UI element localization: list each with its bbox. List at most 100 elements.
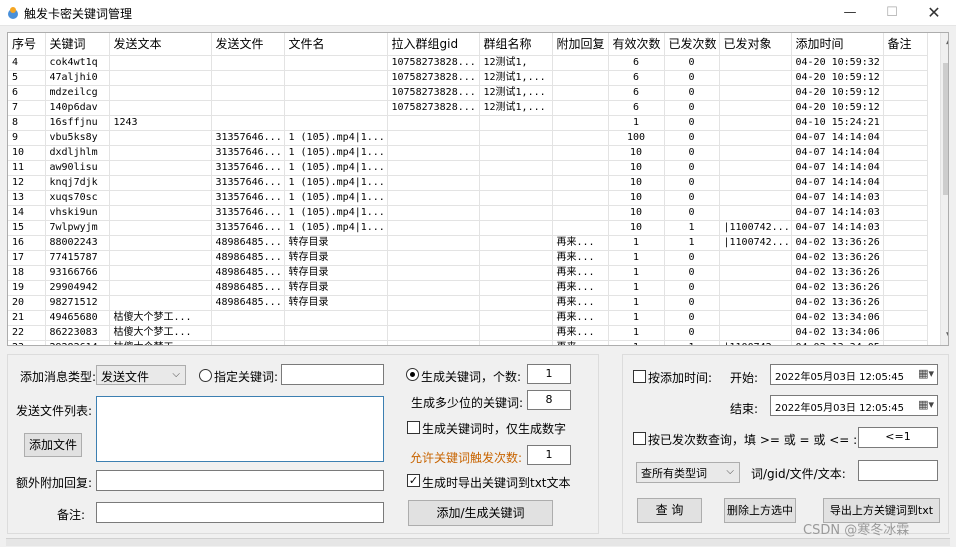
table-row[interactable]: 18 93166766 48986485... 转存目录 再来... 1 0 04-02 13…: [8, 265, 928, 281]
keyword-table[interactable]: 序号 关键词 发送文本 发送文件 文件名 拉入群组gid 群组名称 附加回复 有效次数 已发次数已…: [7, 32, 949, 346]
column-header[interactable]: 添加时间: [791, 33, 884, 56]
add-gen-keyword-button[interactable]: 添加/生成关键词: [408, 500, 553, 526]
table-cell: [284, 70, 388, 86]
table-cell: [479, 310, 553, 326]
table-cell: [883, 85, 928, 101]
minimize-button[interactable]: —: [828, 0, 872, 26]
table-cell: [211, 340, 285, 345]
gen-kw-count-input[interactable]: 1: [527, 364, 571, 384]
table-cell: [719, 250, 792, 266]
table-cell: [387, 280, 480, 296]
table-row[interactable]: 21 49465680 枯傻大个梦工... 再来... 1 0 04-02 13:34:06: [8, 310, 928, 326]
column-header[interactable]: 序号: [8, 33, 46, 56]
gid-input[interactable]: [858, 460, 938, 481]
delete-selected-button[interactable]: 删除上方选中: [724, 498, 796, 523]
start-datetime-picker[interactable]: 2022年05月03日 12:05:45 ▦▾: [770, 364, 938, 385]
table-cell: [479, 160, 553, 176]
export-txt-checkbox[interactable]: ✓: [407, 474, 420, 487]
gen-digits-input[interactable]: 8: [527, 390, 571, 410]
end-datetime-picker[interactable]: 2022年05月03日 12:05:45 ▦▾: [770, 395, 938, 416]
table-cell: 转存目录: [284, 250, 388, 266]
allow-trigger-input[interactable]: 1: [527, 445, 571, 465]
table-cell: 48986485...: [211, 250, 285, 266]
table-row[interactable]: 9 vbu5ks8y 31357646... 1 (105).mp4|1... 100 0…: [8, 130, 928, 146]
table-cell: [479, 205, 553, 221]
table-cell: 6: [608, 100, 665, 116]
table-cell: 1243: [109, 115, 212, 131]
table-cell: 10758273828...: [387, 100, 480, 116]
table-row[interactable]: 16 88002243 48986485... 转存目录 再来... 1 1 |1100742…: [8, 235, 928, 251]
column-header[interactable]: 关键词: [45, 33, 110, 56]
column-header[interactable]: 已发对象: [719, 33, 792, 56]
table-cell: [387, 265, 480, 281]
scroll-thumb[interactable]: [943, 63, 948, 195]
table-row[interactable]: 6 mdzeilcg 10758273828... 12测试1,... 6 0 04-20 …: [8, 85, 928, 101]
specify-kw-radio[interactable]: [199, 369, 212, 382]
maximize-button[interactable]: ☐: [870, 0, 914, 26]
file-list-textarea[interactable]: [96, 396, 384, 462]
specify-kw-input[interactable]: [281, 364, 384, 385]
extra-reply-input[interactable]: [96, 470, 384, 491]
by-time-checkbox[interactable]: [633, 370, 646, 383]
table-row[interactable]: 20 98271512 48986485... 转存目录 再来... 1 0 04-02 13…: [8, 295, 928, 311]
table-cell: [387, 340, 480, 345]
table-cell: [883, 115, 928, 131]
table-row[interactable]: 22 86223083 枯傻大个梦工... 再来... 1 0 04-02 13:34:06: [8, 325, 928, 341]
scroll-up-icon[interactable]: ▲: [941, 33, 948, 50]
column-header[interactable]: 发送文件: [211, 33, 285, 56]
table-row[interactable]: 15 7wlpwyjm 31357646... 1 (105).mp4|1... 10 1…: [8, 220, 928, 236]
table-row[interactable]: 2329282614枯傻大个梦工...再来...11|1100742...04-…: [8, 340, 928, 345]
column-header[interactable]: 文件名: [284, 33, 388, 56]
calendar-icon[interactable]: ▦▾: [918, 398, 934, 411]
table-row[interactable]: 17 77415787 48986485... 转存目录 再来... 1 0 04-02 13…: [8, 250, 928, 266]
specify-kw-label: 指定关键词:: [214, 370, 279, 384]
horizontal-scrollbar[interactable]: [6, 538, 950, 546]
type-select[interactable]: 查所有类型词 ⌵: [636, 462, 740, 483]
table-row[interactable]: 11 aw90lisu 31357646... 1 (105).mp4|1... 10 0…: [8, 160, 928, 176]
msg-type-select[interactable]: 发送文件 ⌵: [96, 365, 186, 385]
add-file-button[interactable]: 添加文件: [24, 433, 82, 457]
table-cell: 93166766: [45, 265, 110, 281]
table-cell: [211, 85, 285, 101]
table-cell: 04-02 13:36:26: [791, 280, 884, 296]
column-header[interactable]: 备注: [883, 33, 928, 56]
table-cell: [211, 55, 285, 71]
table-row[interactable]: 7 140p6dav 10758273828... 12测试1,... 6 0 04-20 …: [8, 100, 928, 116]
column-header[interactable]: 发送文本: [109, 33, 212, 56]
table-cell: 再来...: [552, 340, 609, 345]
table-row[interactable]: 19 29904942 48986485... 转存目录 再来... 1 0 04-02 13…: [8, 280, 928, 296]
gen-kw-radio[interactable]: [406, 368, 419, 381]
calendar-icon[interactable]: ▦▾: [918, 367, 934, 380]
column-header[interactable]: 附加回复: [552, 33, 609, 56]
table-vertical-scrollbar[interactable]: ▲ ▼: [940, 33, 948, 345]
table-cell: [479, 295, 553, 311]
table-cell: [552, 205, 609, 221]
by-time-label: 按添加时间:: [648, 371, 713, 385]
table-row[interactable]: 10 dxdljhlm 31357646... 1 (105).mp4|1... 10 0…: [8, 145, 928, 161]
table-cell: [719, 85, 792, 101]
close-button[interactable]: ✕: [912, 0, 956, 26]
scroll-down-icon[interactable]: ▼: [941, 328, 948, 345]
by-sent-checkbox[interactable]: [633, 432, 646, 445]
table-row[interactable]: 12 knqj7djk 31357646... 1 (105).mp4|1... 10 0…: [8, 175, 928, 191]
query-button[interactable]: 查 询: [637, 498, 702, 523]
column-header[interactable]: 群组名称: [479, 33, 553, 56]
note-input[interactable]: [96, 502, 384, 523]
table-row[interactable]: 13 xuqs70sc 31357646... 1 (105).mp4|1... 10 0…: [8, 190, 928, 206]
table-cell: 再来...: [552, 310, 609, 326]
table-row[interactable]: 8 16sffjnu 1243 1 0 04-10 15:24:21: [8, 115, 928, 131]
table-cell: 31357646...: [211, 220, 285, 236]
table-cell: 10758273828...: [387, 85, 480, 101]
column-header[interactable]: 拉入群组gid: [387, 33, 480, 56]
table-row[interactable]: 4 cok4wt1q 10758273828... 12测试1, 6 0 04-20 10:…: [8, 55, 928, 71]
table-cell: 1: [664, 235, 720, 251]
by-sent-input[interactable]: <=1: [858, 427, 938, 448]
table-cell: 0: [664, 115, 720, 131]
table-row[interactable]: 5 47aljhi0 10758273828... 12测试1,... 6 0 04-20 …: [8, 70, 928, 86]
table-cell: 04-02 13:36:26: [791, 295, 884, 311]
only-digits-checkbox[interactable]: [407, 421, 420, 434]
table-cell: 0: [664, 265, 720, 281]
column-header[interactable]: 有效次数: [608, 33, 665, 56]
table-row[interactable]: 14 vhski9un 31357646... 1 (105).mp4|1... 10 0…: [8, 205, 928, 221]
column-header[interactable]: 已发次数: [664, 33, 720, 56]
